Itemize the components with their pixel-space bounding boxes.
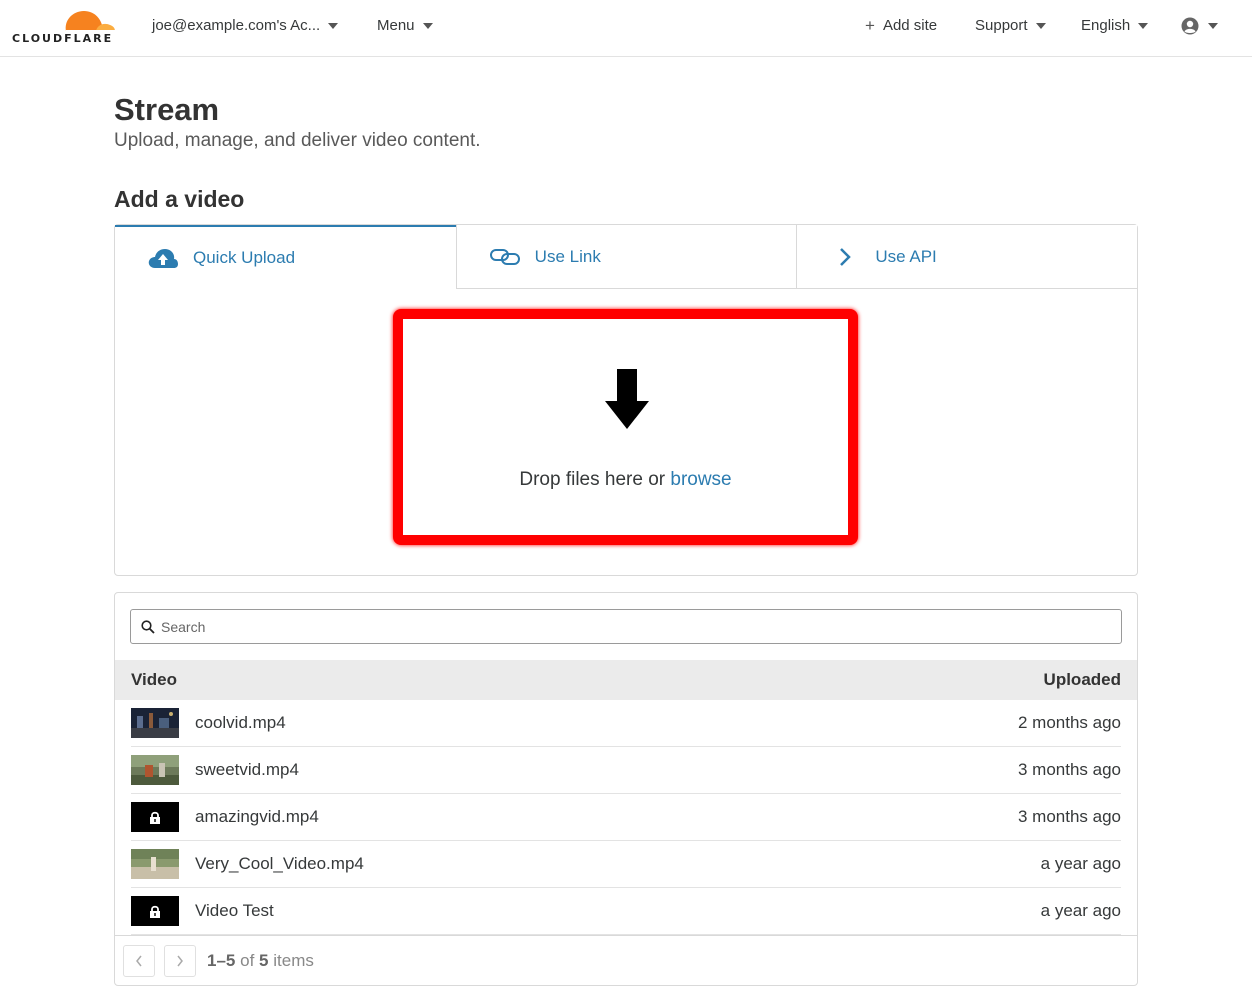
- video-thumbnail[interactable]: [131, 802, 179, 832]
- pagination: 1–5 of 5 items: [115, 935, 1137, 985]
- video-thumbnail[interactable]: [131, 708, 179, 738]
- video-name[interactable]: amazingvid.mp4: [195, 807, 319, 827]
- user-avatar-icon: [1181, 17, 1199, 35]
- previous-page-button[interactable]: [123, 944, 155, 977]
- chevron-down-icon: [1138, 22, 1149, 29]
- video-thumbnail[interactable]: [131, 896, 179, 926]
- add-video-heading: Add a video: [114, 186, 245, 212]
- add-site-button[interactable]: + Add site: [865, 17, 937, 34]
- chevron-down-icon: [328, 22, 339, 29]
- file-dropzone[interactable]: Drop files here or browse: [393, 309, 858, 545]
- pagination-range: 1–5: [207, 950, 236, 970]
- video-uploaded: 3 months ago: [1017, 807, 1121, 826]
- add-video-card: Quick Upload Use Link Use API Drop files…: [114, 224, 1138, 576]
- cloud-logo-icon: [65, 11, 115, 32]
- pagination-summary: 1–5 of 5 items: [207, 951, 314, 971]
- dropzone-text: Drop files here or browse: [403, 469, 848, 491]
- dropzone-label: Drop files here or: [519, 469, 666, 490]
- tab-use-link-label: Use Link: [534, 246, 601, 266]
- chevron-right-icon: [177, 955, 183, 966]
- video-list-card: Video Uploaded coolvid.mp4 2 months ag: [114, 592, 1138, 986]
- support-dropdown[interactable]: Support: [975, 17, 1046, 34]
- search-field[interactable]: [130, 609, 1122, 644]
- language-dropdown[interactable]: English: [1081, 17, 1149, 34]
- account-label: joe@example.com's Ac...: [152, 17, 321, 34]
- video-table-body: coolvid.mp4 2 months ago sweetvid.mp4 3 …: [115, 700, 1137, 935]
- video-name[interactable]: coolvid.mp4: [195, 713, 286, 733]
- language-label: English: [1081, 17, 1131, 34]
- video-uploaded: 3 months ago: [1017, 760, 1121, 779]
- support-label: Support: [975, 17, 1028, 34]
- table-row[interactable]: coolvid.mp4 2 months ago: [131, 700, 1121, 747]
- page-title: Stream: [114, 92, 220, 127]
- table-row[interactable]: Video Test a year ago: [131, 888, 1121, 935]
- arrow-down-icon: [605, 369, 649, 429]
- pagination-total: 5: [259, 950, 269, 970]
- browse-link[interactable]: browse: [670, 469, 731, 490]
- lock-icon: [150, 905, 160, 918]
- video-uploaded: a year ago: [1040, 854, 1121, 873]
- search-input[interactable]: [161, 618, 1061, 635]
- chevron-down-icon: [1208, 23, 1218, 29]
- chevron-down-icon: [1035, 22, 1046, 29]
- menu-dropdown[interactable]: Menu: [377, 17, 433, 34]
- video-thumbnail[interactable]: [131, 849, 179, 879]
- chevron-right-icon: [829, 243, 861, 271]
- add-site-label: Add site: [882, 17, 938, 34]
- table-header: Video Uploaded: [115, 660, 1137, 700]
- video-name[interactable]: sweetvid.mp4: [195, 760, 299, 780]
- link-icon: [489, 243, 521, 271]
- top-navigation: CLOUDFLARE joe@example.com's Ac... Menu …: [0, 0, 1252, 57]
- tab-quick-upload-label: Quick Upload: [193, 248, 296, 267]
- chevron-left-icon: [136, 955, 142, 966]
- menu-label: Menu: [377, 17, 415, 34]
- pagination-unit: items: [273, 950, 314, 970]
- lock-icon: [150, 811, 160, 824]
- pagination-of: of: [240, 950, 255, 970]
- column-header-video[interactable]: Video: [131, 670, 177, 690]
- cloud-upload-icon: [147, 244, 179, 272]
- video-name[interactable]: Video Test: [195, 901, 274, 921]
- table-row[interactable]: sweetvid.mp4 3 months ago: [131, 747, 1121, 794]
- tab-use-link[interactable]: Use Link: [455, 225, 797, 289]
- cloudflare-logo[interactable]: CLOUDFLARE: [12, 7, 116, 47]
- table-row[interactable]: Very_Cool_Video.mp4 a year ago: [131, 841, 1121, 888]
- video-name[interactable]: Very_Cool_Video.mp4: [195, 854, 364, 874]
- table-row[interactable]: amazingvid.mp4 3 months ago: [131, 794, 1121, 841]
- column-header-uploaded[interactable]: Uploaded: [1044, 670, 1121, 690]
- upload-method-tabs: Quick Upload Use Link Use API: [115, 225, 1138, 289]
- tab-use-api-label: Use API: [875, 246, 937, 266]
- chevron-down-icon: [422, 22, 433, 29]
- video-uploaded: a year ago: [1040, 901, 1121, 920]
- search-icon: [141, 619, 155, 634]
- account-switcher[interactable]: joe@example.com's Ac...: [152, 17, 339, 34]
- tab-quick-upload[interactable]: Quick Upload: [115, 225, 456, 289]
- video-uploaded: 2 months ago: [1017, 713, 1121, 732]
- user-menu[interactable]: [1180, 16, 1218, 36]
- next-page-button[interactable]: [164, 944, 196, 977]
- logo-wordmark: CLOUDFLARE: [12, 32, 114, 45]
- tab-use-api[interactable]: Use API: [796, 225, 1138, 289]
- plus-icon: +: [865, 16, 875, 35]
- page-subtitle: Upload, manage, and deliver video conten…: [114, 130, 481, 151]
- video-thumbnail[interactable]: [131, 755, 179, 785]
